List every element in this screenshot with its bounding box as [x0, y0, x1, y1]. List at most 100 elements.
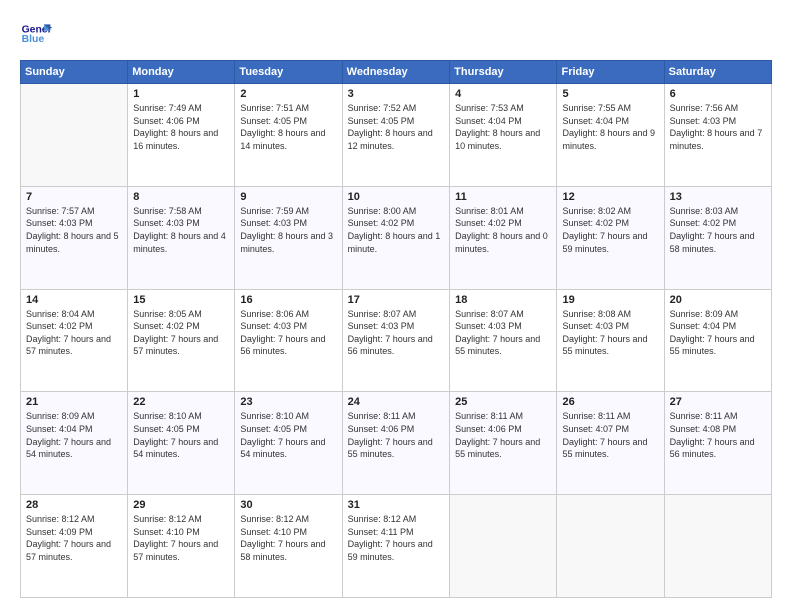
day-info: Sunrise: 8:07 AMSunset: 4:03 PMDaylight:… — [348, 308, 444, 358]
day-number: 6 — [670, 88, 766, 100]
day-cell: 19Sunrise: 8:08 AMSunset: 4:03 PMDayligh… — [557, 289, 664, 392]
day-cell: 15 Sunrise: 8:05 AMSunset: 4:02 PMDayligh… — [128, 289, 235, 392]
day-number: 10 — [348, 191, 444, 203]
day-number: 21 — [26, 396, 122, 408]
day-cell: 21 Sunrise: 8:09 AMSunset: 4:04 PMDayligh… — [21, 392, 128, 495]
day-cell: 13Sunrise: 8:03 AMSunset: 4:02 PMDayligh… — [664, 186, 771, 289]
day-info: Sunrise: 8:07 AMSunset: 4:03 PMDaylight:… — [455, 308, 551, 358]
day-cell: 10 Sunrise: 8:00 AMSunset: 4:02 PMDayligh… — [342, 186, 449, 289]
day-info: Sunrise: 8:06 AMSunset: 4:03 PMDaylight:… — [240, 308, 336, 358]
day-cell: 7 Sunrise: 7:57 AMSunset: 4:03 PMDaylight… — [21, 186, 128, 289]
day-info: Sunrise: 8:08 AMSunset: 4:03 PMDaylight:… — [562, 308, 658, 358]
day-cell: 5 Sunrise: 7:55 AMSunset: 4:04 PMDaylight… — [557, 84, 664, 187]
day-info: Sunrise: 8:03 AMSunset: 4:02 PMDaylight:… — [670, 205, 766, 255]
calendar-header-row: SundayMondayTuesdayWednesdayThursdayFrid… — [21, 61, 772, 84]
day-number: 16 — [240, 294, 336, 306]
day-number: 22 — [133, 396, 229, 408]
day-cell: 17 Sunrise: 8:07 AMSunset: 4:03 PMDayligh… — [342, 289, 449, 392]
day-number: 24 — [348, 396, 444, 408]
calendar-table: SundayMondayTuesdayWednesdayThursdayFrid… — [20, 60, 772, 598]
week-row-2: 7 Sunrise: 7:57 AMSunset: 4:03 PMDaylight… — [21, 186, 772, 289]
day-number: 28 — [26, 499, 122, 511]
day-info: Sunrise: 7:56 AMSunset: 4:03 PMDaylight:… — [670, 102, 766, 152]
day-number: 18 — [455, 294, 551, 306]
day-cell: 28 Sunrise: 8:12 AMSunset: 4:09 PMDayligh… — [21, 495, 128, 598]
day-number: 14 — [26, 294, 122, 306]
day-info: Sunrise: 8:00 AMSunset: 4:02 PMDaylight:… — [348, 205, 444, 255]
day-number: 26 — [562, 396, 658, 408]
day-cell: 16 Sunrise: 8:06 AMSunset: 4:03 PMDayligh… — [235, 289, 342, 392]
day-number: 29 — [133, 499, 229, 511]
day-number: 9 — [240, 191, 336, 203]
day-number: 12 — [562, 191, 658, 203]
day-info: Sunrise: 7:51 AMSunset: 4:05 PMDaylight:… — [240, 102, 336, 152]
day-info: Sunrise: 7:58 AMSunset: 4:03 PMDaylight:… — [133, 205, 229, 255]
day-number: 3 — [348, 88, 444, 100]
day-cell: 18 Sunrise: 8:07 AMSunset: 4:03 PMDayligh… — [450, 289, 557, 392]
day-info: Sunrise: 8:12 AMSunset: 4:11 PMDaylight:… — [348, 513, 444, 563]
day-number: 27 — [670, 396, 766, 408]
day-info: Sunrise: 8:12 AMSunset: 4:09 PMDaylight:… — [26, 513, 122, 563]
day-info: Sunrise: 7:52 AMSunset: 4:05 PMDaylight:… — [348, 102, 444, 152]
day-cell — [664, 495, 771, 598]
week-row-1: 1Sunrise: 7:49 AMSunset: 4:06 PMDaylight… — [21, 84, 772, 187]
day-cell: 11 Sunrise: 8:01 AMSunset: 4:02 PMDayligh… — [450, 186, 557, 289]
day-number: 20 — [670, 294, 766, 306]
day-info: Sunrise: 8:02 AMSunset: 4:02 PMDaylight:… — [562, 205, 658, 255]
day-cell: 12 Sunrise: 8:02 AMSunset: 4:02 PMDayligh… — [557, 186, 664, 289]
day-info: Sunrise: 8:11 AMSunset: 4:08 PMDaylight:… — [670, 410, 766, 460]
day-cell: 3 Sunrise: 7:52 AMSunset: 4:05 PMDaylight… — [342, 84, 449, 187]
day-number: 23 — [240, 396, 336, 408]
day-cell: 6 Sunrise: 7:56 AMSunset: 4:03 PMDaylight… — [664, 84, 771, 187]
day-info: Sunrise: 8:09 AMSunset: 4:04 PMDaylight:… — [670, 308, 766, 358]
day-header-sunday: Sunday — [21, 61, 128, 84]
day-number: 31 — [348, 499, 444, 511]
day-number: 1 — [133, 88, 229, 100]
day-number: 15 — [133, 294, 229, 306]
day-info: Sunrise: 8:12 AMSunset: 4:10 PMDaylight:… — [133, 513, 229, 563]
day-info: Sunrise: 7:59 AMSunset: 4:03 PMDaylight:… — [240, 205, 336, 255]
day-header-friday: Friday — [557, 61, 664, 84]
day-number: 17 — [348, 294, 444, 306]
day-info: Sunrise: 8:04 AMSunset: 4:02 PMDaylight:… — [26, 308, 122, 358]
day-info: Sunrise: 8:11 AMSunset: 4:07 PMDaylight:… — [562, 410, 658, 460]
day-info: Sunrise: 8:11 AMSunset: 4:06 PMDaylight:… — [455, 410, 551, 460]
day-header-wednesday: Wednesday — [342, 61, 449, 84]
day-info: Sunrise: 8:01 AMSunset: 4:02 PMDaylight:… — [455, 205, 551, 255]
day-number: 8 — [133, 191, 229, 203]
week-row-3: 14 Sunrise: 8:04 AMSunset: 4:02 PMDayligh… — [21, 289, 772, 392]
day-info: Sunrise: 8:11 AMSunset: 4:06 PMDaylight:… — [348, 410, 444, 460]
day-cell: 29 Sunrise: 8:12 AMSunset: 4:10 PMDayligh… — [128, 495, 235, 598]
day-header-thursday: Thursday — [450, 61, 557, 84]
day-info: Sunrise: 8:12 AMSunset: 4:10 PMDaylight:… — [240, 513, 336, 563]
day-info: Sunrise: 7:57 AMSunset: 4:03 PMDaylight:… — [26, 205, 122, 255]
day-cell: 2 Sunrise: 7:51 AMSunset: 4:05 PMDaylight… — [235, 84, 342, 187]
day-number: 5 — [562, 88, 658, 100]
logo: General Blue — [20, 18, 52, 50]
day-info: Sunrise: 8:05 AMSunset: 4:02 PMDaylight:… — [133, 308, 229, 358]
logo-icon: General Blue — [20, 18, 52, 50]
day-cell: 20 Sunrise: 8:09 AMSunset: 4:04 PMDayligh… — [664, 289, 771, 392]
day-cell: 8 Sunrise: 7:58 AMSunset: 4:03 PMDaylight… — [128, 186, 235, 289]
day-cell: 26 Sunrise: 8:11 AMSunset: 4:07 PMDayligh… — [557, 392, 664, 495]
day-cell: 9 Sunrise: 7:59 AMSunset: 4:03 PMDaylight… — [235, 186, 342, 289]
day-info: Sunrise: 8:10 AMSunset: 4:05 PMDaylight:… — [240, 410, 336, 460]
day-cell: 22 Sunrise: 8:10 AMSunset: 4:05 PMDayligh… — [128, 392, 235, 495]
day-cell: 24 Sunrise: 8:11 AMSunset: 4:06 PMDayligh… — [342, 392, 449, 495]
day-info: Sunrise: 8:10 AMSunset: 4:05 PMDaylight:… — [133, 410, 229, 460]
day-cell: 27 Sunrise: 8:11 AMSunset: 4:08 PMDayligh… — [664, 392, 771, 495]
day-header-tuesday: Tuesday — [235, 61, 342, 84]
day-info: Sunrise: 8:09 AMSunset: 4:04 PMDaylight:… — [26, 410, 122, 460]
day-cell: 14 Sunrise: 8:04 AMSunset: 4:02 PMDayligh… — [21, 289, 128, 392]
week-row-4: 21 Sunrise: 8:09 AMSunset: 4:04 PMDayligh… — [21, 392, 772, 495]
page: General Blue SundayMondayTuesdayWednesda… — [0, 0, 792, 612]
day-number: 4 — [455, 88, 551, 100]
day-number: 2 — [240, 88, 336, 100]
day-number: 11 — [455, 191, 551, 203]
day-info: Sunrise: 7:55 AMSunset: 4:04 PMDaylight:… — [562, 102, 658, 152]
day-cell: 4Sunrise: 7:53 AMSunset: 4:04 PMDaylight… — [450, 84, 557, 187]
day-number: 7 — [26, 191, 122, 203]
day-cell — [450, 495, 557, 598]
day-number: 30 — [240, 499, 336, 511]
day-cell — [21, 84, 128, 187]
